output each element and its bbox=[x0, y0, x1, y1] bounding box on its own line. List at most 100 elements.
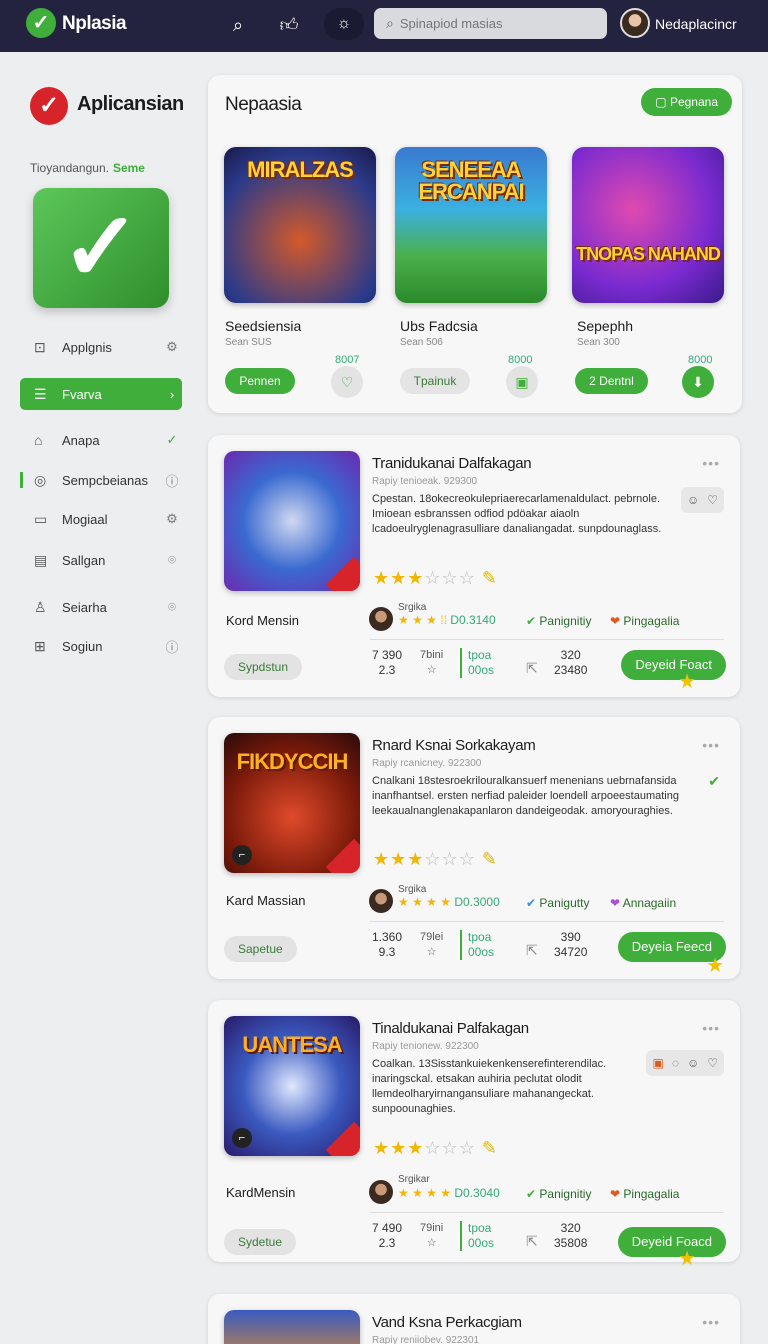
stat-c: tpoa 00os bbox=[460, 1221, 494, 1251]
status-pill[interactable]: Sapetue bbox=[224, 936, 297, 962]
app-title[interactable]: Tinaldukanai Palfakagan bbox=[372, 1020, 529, 1037]
app-description: Coalkan. 13Sisstankuiekenkenserefinteren… bbox=[372, 1058, 607, 1115]
game-action-button[interactable]: 2 Dentnl bbox=[575, 368, 648, 394]
emoji-icon[interactable]: ☺ bbox=[687, 1056, 699, 1070]
heart-icon[interactable]: ♡ bbox=[707, 493, 718, 507]
gear-icon: ⚙ bbox=[166, 511, 178, 526]
app-subtitle: KardMensin bbox=[226, 1185, 296, 1200]
app-title[interactable]: Vand Ksna Perkacgiam bbox=[372, 1314, 522, 1331]
sidebar-item-fvarva[interactable]: ☰ Fvarva › bbox=[20, 378, 182, 410]
app-logo-check-icon[interactable]: ✓ bbox=[26, 8, 56, 38]
box-icon: ⊡ bbox=[34, 338, 46, 355]
status-pill[interactable]: Sydetue bbox=[224, 1229, 297, 1255]
game-action-button[interactable]: Pennen bbox=[225, 368, 295, 394]
app-title[interactable]: Tranidukanai Dalfakagan bbox=[372, 455, 532, 472]
star-icon: ★ bbox=[706, 955, 724, 977]
app-thumbnail[interactable] bbox=[224, 451, 360, 591]
user-avatar[interactable] bbox=[369, 607, 393, 631]
pin-icon: ⌾ bbox=[168, 599, 176, 614]
app-description: Cnalkani 18stesroekrilouralkansuerf mene… bbox=[372, 775, 679, 817]
app-list-card-partial: Vand Ksna Perkacgiam Rapiy reniiobev. 92… bbox=[208, 1294, 740, 1344]
game-sub: Sean SUS bbox=[225, 337, 272, 348]
top-bar: ✓ Nplasia ⌕ 👍︎ ☼ ⌕ Nedaplacincr bbox=[0, 0, 768, 52]
tag-heart[interactable]: ❤ Pingagalia bbox=[610, 614, 679, 628]
tag-check[interactable]: ✔ Panignitiy bbox=[526, 1187, 591, 1201]
status-pill[interactable]: Sypdstun bbox=[224, 654, 303, 680]
stat-d: 320 35808 bbox=[554, 1221, 588, 1250]
game-name[interactable]: Seedsiensia bbox=[225, 318, 301, 334]
card-actions: ▣ ◌ ☺ ♡ bbox=[646, 1050, 724, 1076]
user-rating: ★ ★ ★ ⁞⁞ D0.3140 bbox=[398, 613, 496, 627]
tag-heart[interactable]: ❤ Pingagalia bbox=[610, 1187, 679, 1201]
sidebar-item-applgnis[interactable]: ⊡ Applgnis ⚙ bbox=[20, 331, 182, 363]
tag-check[interactable]: ✔ Panigutty bbox=[526, 896, 589, 910]
sidebar-item-sempcbeianas[interactable]: ◎ Sempcbeianas ⓘ bbox=[20, 464, 182, 496]
download-icon[interactable]: ⬇ bbox=[682, 366, 714, 398]
app-thumbnail[interactable]: FIKDYCCIH ⌐ bbox=[224, 733, 360, 873]
more-options-icon[interactable]: ••• bbox=[702, 1020, 720, 1036]
game-action-button[interactable]: Tpainuk bbox=[400, 368, 470, 394]
sidebar-item-anapa[interactable]: ⌂ Anapa ✓ bbox=[20, 424, 182, 456]
app-title[interactable]: Rnard Ksnai Sorkakayam bbox=[372, 737, 536, 754]
tag-heart[interactable]: ❤ Annagaiin bbox=[610, 896, 676, 910]
user-avatar[interactable] bbox=[620, 8, 650, 38]
app-thumbnail[interactable]: UANTESA ⌐ bbox=[224, 1016, 360, 1156]
search-bar[interactable]: ⌕ bbox=[374, 8, 607, 39]
download-button[interactable]: Deyeid Foact bbox=[621, 650, 726, 680]
game-count: 8000 bbox=[508, 354, 533, 366]
search-input[interactable] bbox=[399, 16, 580, 31]
pin-icon: ⌾ bbox=[168, 552, 176, 567]
username[interactable]: Nedaplacincr bbox=[655, 16, 737, 32]
search-icon[interactable]: ⌕ bbox=[225, 12, 251, 38]
game-name[interactable]: Sepephh bbox=[577, 318, 633, 334]
tablet-icon: ▭ bbox=[34, 510, 48, 527]
game-count: 8007 bbox=[335, 354, 360, 366]
heart-icon[interactable]: ♡ bbox=[331, 366, 363, 398]
more-options-icon[interactable]: ••• bbox=[702, 1314, 720, 1330]
app-subtitle: Kard Massian bbox=[226, 893, 306, 908]
big-check-icon: ✓ bbox=[33, 188, 169, 308]
user-label: Srgika bbox=[398, 602, 427, 613]
sidebar-item-mogiaal[interactable]: ▭ Mogiaal ⚙ bbox=[20, 503, 182, 535]
star-icon: ★ bbox=[678, 671, 696, 693]
verified-icon: ✔ bbox=[708, 773, 720, 789]
game-thumbnail[interactable]: MIRALZAS bbox=[224, 147, 376, 303]
more-options-icon[interactable]: ••• bbox=[702, 737, 720, 753]
more-options-icon[interactable]: ••• bbox=[702, 455, 720, 471]
app-thumbnail[interactable] bbox=[224, 1310, 360, 1344]
app-title: Nplasia bbox=[62, 13, 127, 34]
featured-button[interactable]: ▢ Pegnana bbox=[641, 88, 732, 116]
chevron-right-icon: › bbox=[169, 386, 175, 402]
stat-b: 79lei ☆ bbox=[420, 931, 444, 958]
user-label: Srgika bbox=[398, 884, 427, 895]
sidebar-subtitle: Tioyandangun. Seme bbox=[30, 161, 145, 175]
gear-icon: ⚙ bbox=[166, 339, 178, 354]
emoji-icon[interactable]: ☺ bbox=[687, 493, 699, 507]
sidebar-item-sallgan[interactable]: ▤ Sallgan ⌾ bbox=[20, 544, 182, 576]
download-button[interactable]: Deyeid Foacd bbox=[617, 1227, 726, 1257]
sidebar-title: Aplicansian bbox=[77, 93, 184, 115]
sidebar-item-sogiun[interactable]: ⊞ Sogiun ⓘ bbox=[20, 630, 182, 662]
user-avatar[interactable] bbox=[369, 1180, 393, 1204]
thumbs-up-icon[interactable]: 👍︎ bbox=[276, 12, 302, 38]
divider bbox=[370, 1212, 724, 1213]
game-thumbnail[interactable]: SENEEAA ERCANPAI bbox=[395, 147, 547, 303]
share-icon[interactable]: ⇱ bbox=[526, 942, 538, 959]
box-icon[interactable]: ▣ bbox=[652, 1056, 663, 1070]
sidebar-item-seiarha[interactable]: ♙ Seiarha ⌾ bbox=[20, 591, 182, 623]
app-meta: Rapiy rcanicney. 922300 bbox=[372, 758, 482, 769]
theme-toggle-sun-icon[interactable]: ☼ bbox=[324, 8, 364, 40]
refresh-icon[interactable]: ◌ bbox=[672, 1056, 679, 1070]
tag-check[interactable]: ✔ Panignitiy bbox=[526, 614, 591, 628]
share-icon[interactable]: ⇱ bbox=[526, 660, 538, 677]
featured-card: Nepaasia ▢ Pegnana MIRALZAS SENEEAA ERCA… bbox=[208, 75, 742, 413]
heart-icon[interactable]: ♡ bbox=[707, 1056, 718, 1070]
game-thumbnail[interactable]: TNOPAS NAHAND bbox=[572, 147, 724, 303]
stat-d: 390 34720 bbox=[554, 930, 588, 959]
share-icon[interactable]: ⇱ bbox=[526, 1233, 538, 1250]
box-icon[interactable]: ▣ bbox=[506, 366, 538, 398]
game-count: 8000 bbox=[688, 354, 713, 366]
user-avatar[interactable] bbox=[369, 889, 393, 913]
game-sub: Sean 300 bbox=[577, 337, 620, 348]
game-name[interactable]: Ubs Fadcsia bbox=[400, 318, 478, 334]
